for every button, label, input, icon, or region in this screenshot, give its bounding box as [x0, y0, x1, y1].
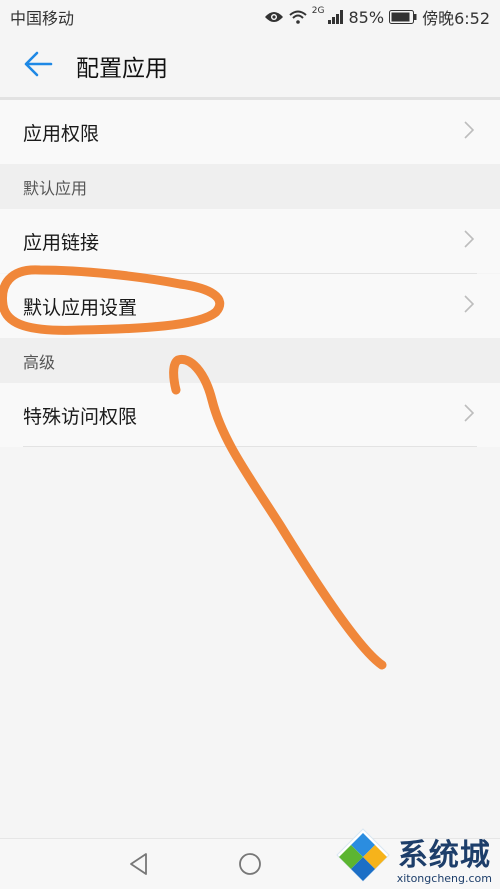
row-label: 应用权限: [23, 122, 100, 145]
section-title: 默认应用: [23, 178, 88, 198]
battery-percent: 85%: [348, 7, 385, 27]
row-divider: [23, 446, 477, 447]
page-title: 配置应用: [76, 56, 168, 82]
watermark: 系统城 xitongcheng.com: [335, 827, 492, 887]
carrier-label: 中国移动: [10, 9, 75, 28]
network-type: 2G: [311, 6, 325, 16]
status-icons: 2G 85% 傍晚6:52: [264, 5, 490, 29]
status-bar: 中国移动 2G 85% 傍晚6:52: [0, 0, 500, 34]
row-label: 默认应用设置: [23, 296, 138, 319]
clock: 傍晚6:52: [422, 9, 490, 28]
watermark-text: 系统城 xitongcheng.com: [397, 830, 492, 885]
section-title: 高级: [23, 352, 56, 372]
xitongcheng-logo-icon: [335, 827, 391, 887]
chevron-right-icon: [464, 229, 475, 253]
chevron-right-icon: [464, 120, 475, 144]
signal-icon: [327, 10, 344, 24]
section-header-advanced: 高级: [0, 338, 500, 383]
app-bar: 配置应用: [0, 34, 500, 98]
battery-icon: [389, 10, 417, 24]
watermark-title: 系统城: [397, 837, 491, 873]
section-header-default-apps: 默认应用: [0, 164, 500, 209]
row-default-app-settings[interactable]: 默认应用设置: [0, 274, 500, 338]
chevron-right-icon: [464, 403, 475, 427]
row-label: 特殊访问权限: [23, 405, 138, 428]
row-special-access[interactable]: 特殊访问权限: [0, 383, 500, 447]
row-label: 应用链接: [23, 231, 100, 254]
home-nav-icon[interactable]: [237, 851, 263, 881]
row-app-links[interactable]: 应用链接: [0, 209, 500, 273]
chevron-right-icon: [464, 294, 475, 318]
back-button[interactable]: [0, 34, 76, 98]
back-nav-icon[interactable]: [127, 851, 151, 881]
row-app-permissions[interactable]: 应用权限: [0, 100, 500, 164]
watermark-url: xitongcheng.com: [396, 871, 492, 885]
eye-icon: [264, 10, 284, 24]
wifi-icon: [289, 10, 307, 24]
back-arrow-icon: [23, 51, 53, 81]
